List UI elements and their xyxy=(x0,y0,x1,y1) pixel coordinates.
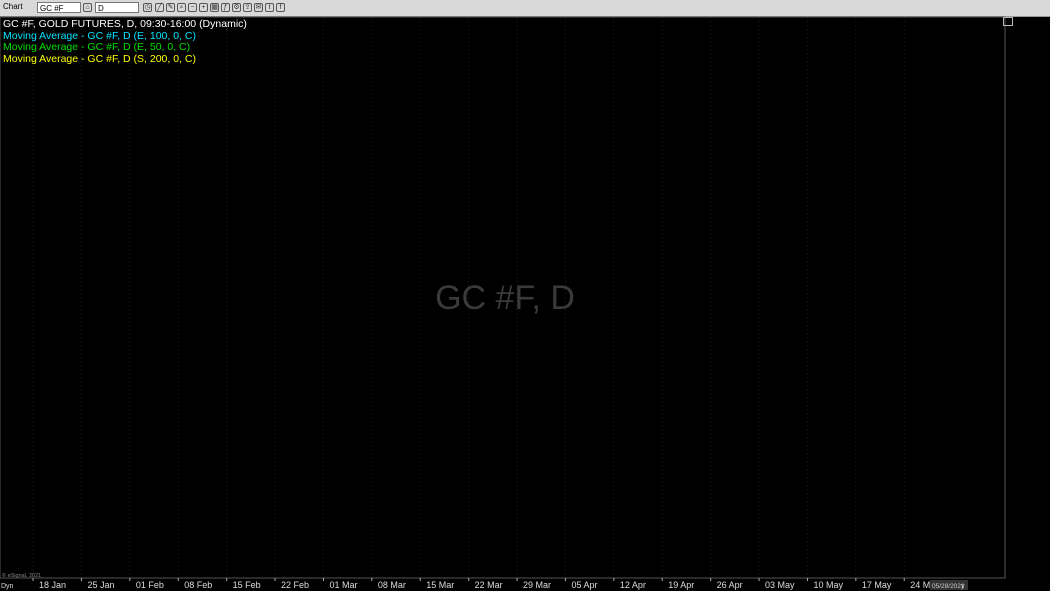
x-tick-label: 03 May xyxy=(765,580,795,590)
date-label: 05/28/2021 xyxy=(932,583,965,590)
x-tick-label: 22 Feb xyxy=(281,580,309,590)
x-tick-label: 25 Jan xyxy=(87,580,114,590)
x-tick-label: 10 May xyxy=(813,580,843,590)
x-tick-label: 15 Feb xyxy=(233,580,261,590)
chart-title: GC #F, GOLD FUTURES, D, 09:30-16:00 (Dyn… xyxy=(3,18,247,30)
x-tick-label: 01 Mar xyxy=(329,580,357,590)
watermark: GC #F, D xyxy=(435,279,575,317)
x-tick-label: 26 Apr xyxy=(717,580,743,590)
x-tick-label: 12 Apr xyxy=(620,580,646,590)
scale-toggle-icon[interactable] xyxy=(1003,17,1013,26)
x-tick-label: 08 Mar xyxy=(378,580,406,590)
x-tick-label: 29 Mar xyxy=(523,580,551,590)
date-label-suffix: y xyxy=(961,583,965,590)
x-tick-label: 08 Feb xyxy=(184,580,212,590)
x-tick-label: 01 Feb xyxy=(136,580,164,590)
legend-ma200[interactable]: Moving Average - GC #F, D (S, 200, 0, C) xyxy=(3,53,196,65)
price-chart[interactable]: GC #F, D 1 (1961.9)0.618 (1851.0)0.5 (18… xyxy=(0,0,1050,591)
copyright-label: © eSignal, 2021 xyxy=(2,572,41,579)
x-tick-label: 05 Apr xyxy=(571,580,597,590)
x-tick-label: 22 Mar xyxy=(475,580,503,590)
legend-ma50[interactable]: Moving Average - GC #F, D (E, 50, 0, C) xyxy=(3,41,190,53)
x-tick-label: 17 May xyxy=(862,580,892,590)
corner-label: Dyn xyxy=(1,583,14,590)
x-tick-label: 19 Apr xyxy=(668,580,694,590)
x-tick-label: 18 Jan xyxy=(39,580,66,590)
x-tick-label: 15 Mar xyxy=(426,580,454,590)
